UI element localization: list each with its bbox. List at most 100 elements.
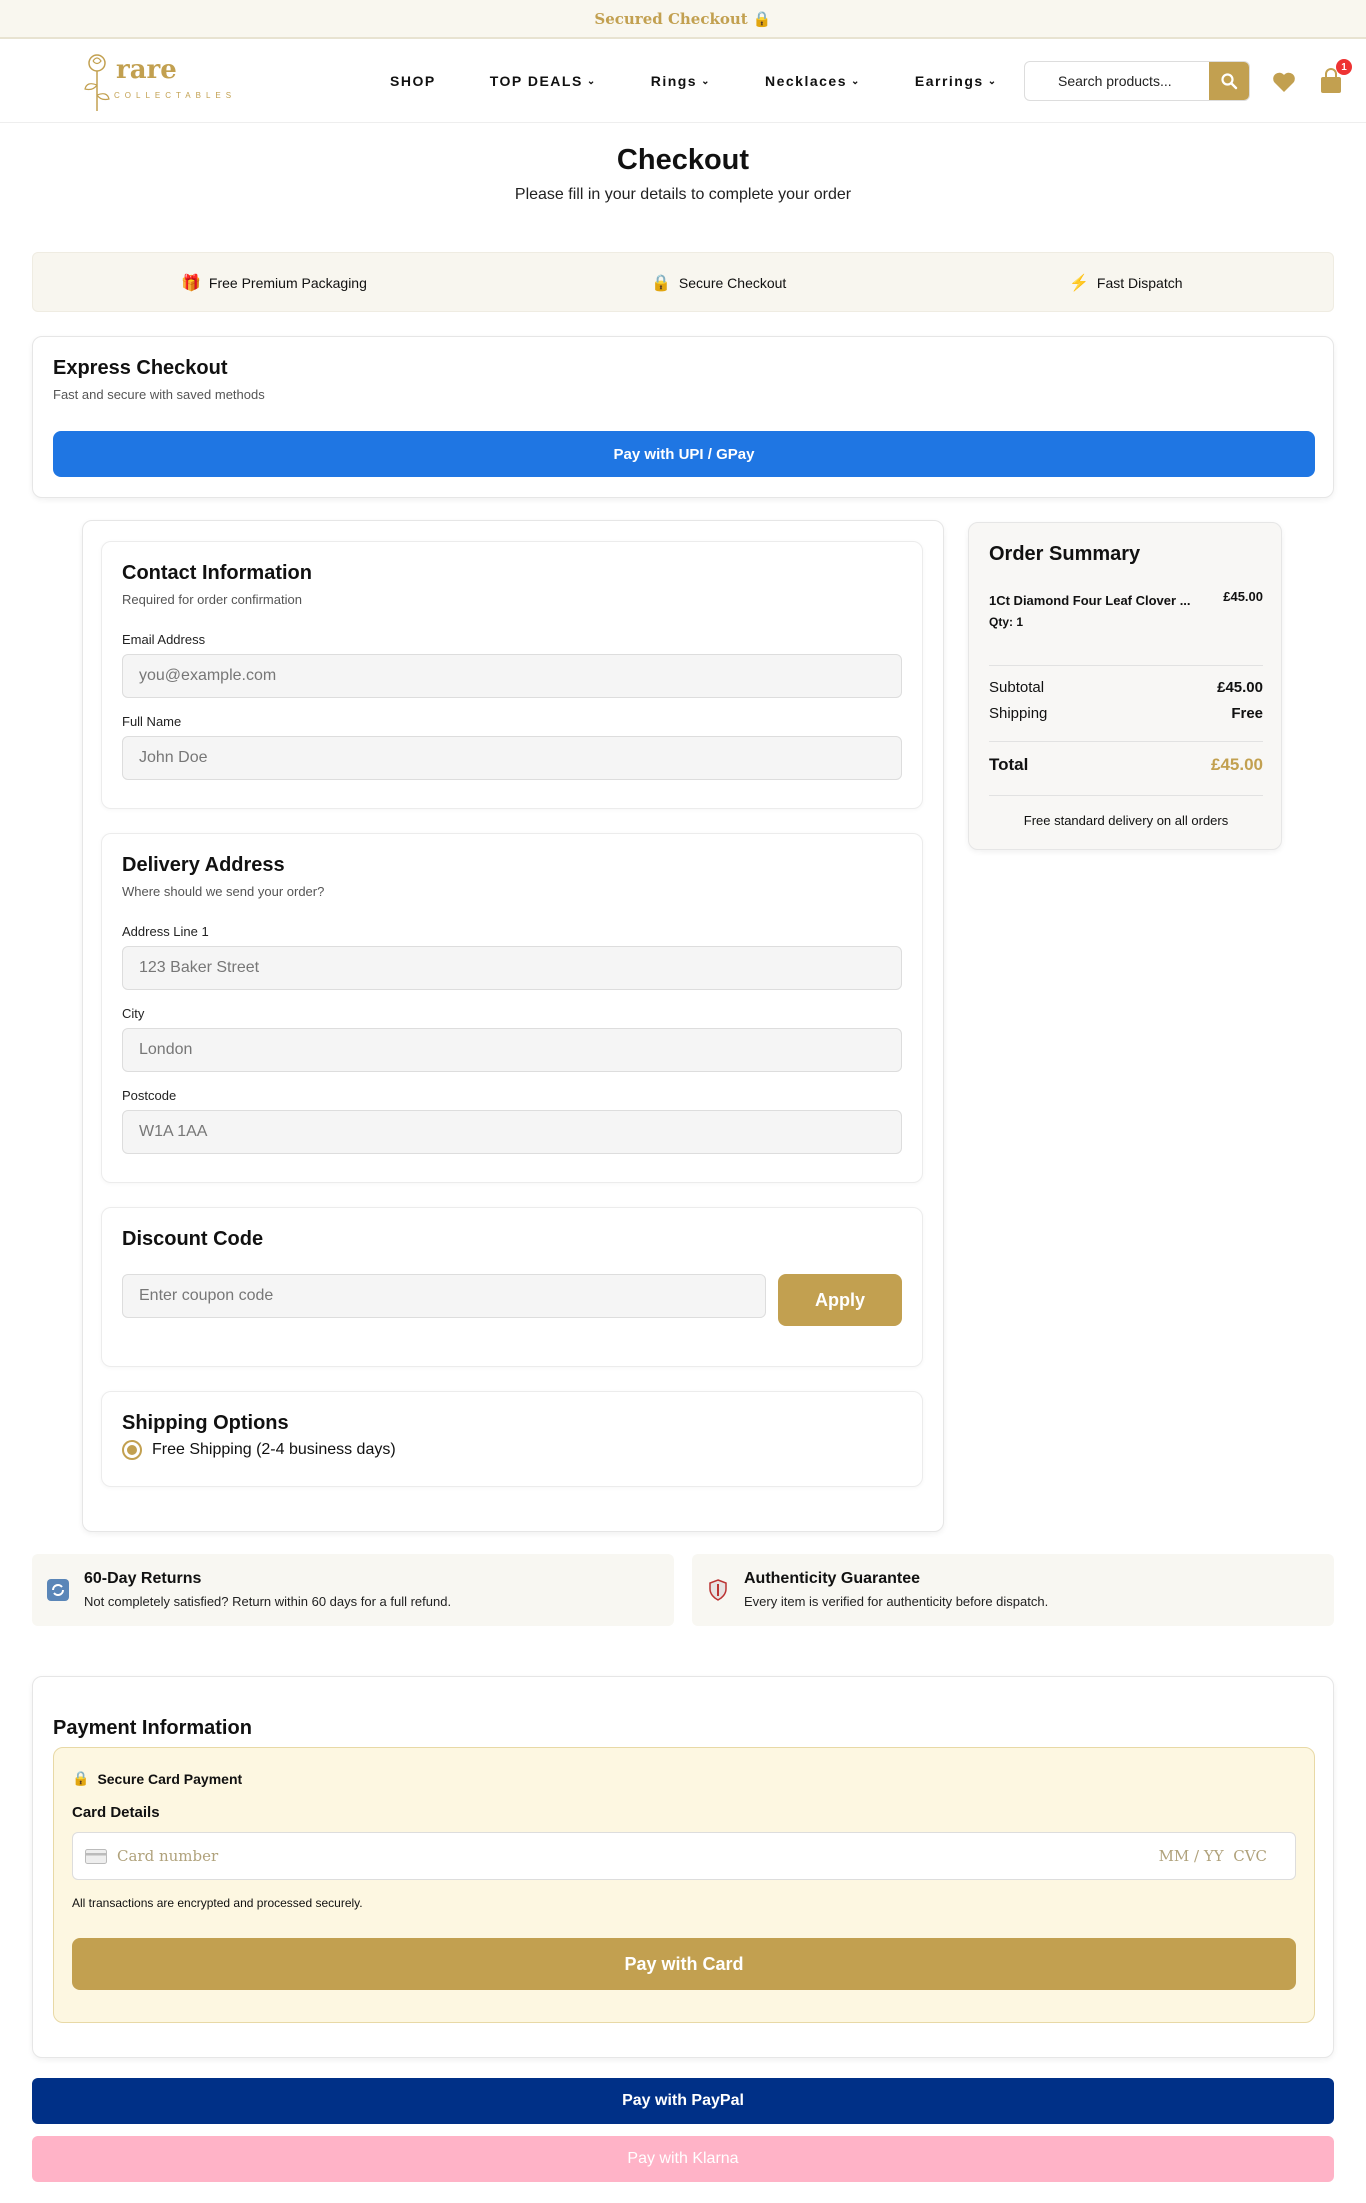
shipping-title: Shipping Options <box>122 1412 289 1434</box>
brand-logo[interactable]: rare COLLECTABLES <box>80 51 270 113</box>
apply-coupon-button[interactable]: Apply <box>778 1274 902 1326</box>
subtotal-label: Subtotal <box>989 679 1045 696</box>
express-checkout-card: Express Checkout Fast and secure with sa… <box>32 336 1334 498</box>
shipping-option-label: Free Shipping (2-4 business days) <box>152 1441 396 1458</box>
nav-item-shop[interactable]: SHOP <box>390 73 436 89</box>
nav-item-necklaces[interactable]: Necklaces ⌄ <box>765 73 861 89</box>
order-summary-title: Order Summary <box>989 543 1141 565</box>
payment-card: Payment Information 🔒 Secure Card Paymen… <box>32 1676 1334 2058</box>
lock-icon: 🔒 <box>651 275 671 292</box>
payment-title: Payment Information <box>53 1717 252 1739</box>
email-field[interactable]: you@example.com <box>122 654 902 698</box>
secured-checkout-bar: Secured Checkout 🔒 <box>0 0 1366 39</box>
email-label: Email Address <box>122 632 206 647</box>
nav-item-earrings[interactable]: Earrings ⌄ <box>915 73 998 89</box>
expiry-cvc-placeholder: MM / YY CVC <box>1158 1847 1267 1865</box>
card-number-field[interactable]: Card number MM / YY CVC <box>72 1832 1296 1880</box>
nav-item-top-deals[interactable]: TOP DEALS ⌄ <box>490 73 597 89</box>
total-value: £45.00 <box>1211 755 1263 774</box>
delivery-note: Free standard delivery on all orders <box>1023 813 1229 828</box>
discount-title: Discount Code <box>122 1228 264 1250</box>
card-number-placeholder: Card number <box>117 1847 219 1865</box>
chevron-down-icon: ⌄ <box>851 75 861 87</box>
benefit-packaging: 🎁 Free Premium Packaging <box>181 253 367 313</box>
gift-icon: 🎁 <box>181 275 201 292</box>
card-details-label: Card Details <box>72 1804 160 1821</box>
shipping-option[interactable]: Free Shipping (2-4 business days) <box>122 1440 396 1460</box>
radio-selected[interactable] <box>122 1440 142 1460</box>
city-label: City <box>122 1006 145 1021</box>
divider <box>989 741 1263 742</box>
brand-tagline: COLLECTABLES <box>114 91 237 100</box>
delivery-section: Delivery Address Where should we send yo… <box>101 833 923 1183</box>
chevron-down-icon: ⌄ <box>586 75 597 87</box>
benefit-dispatch: ⚡ Fast Dispatch <box>1069 253 1183 313</box>
coupon-field[interactable]: Enter coupon code <box>122 1274 766 1318</box>
search-box: Search products... <box>1024 61 1250 101</box>
shipping-label: Shipping <box>989 705 1048 722</box>
pay-upi-button[interactable]: Pay with UPI / GPay <box>53 431 1315 477</box>
shield-icon <box>709 1579 727 1601</box>
pay-with-card-button[interactable]: Pay with Card <box>72 1938 1296 1990</box>
chevron-down-icon: ⌄ <box>987 75 998 87</box>
nav-label: TOP DEALS <box>489 73 583 89</box>
cart-count-badge: 1 <box>1336 59 1352 75</box>
nav-label: SHOP <box>390 73 436 89</box>
nav-item-rings[interactable]: Rings ⌄ <box>651 73 711 89</box>
city-field[interactable]: London <box>122 1028 902 1072</box>
item-price: £45.00 <box>1223 589 1263 604</box>
authenticity-card: Authenticity Guarantee Every item is ver… <box>692 1554 1334 1626</box>
total-label: Total <box>989 755 1029 774</box>
secure-card-label: Secure Card Payment <box>97 1770 243 1787</box>
returns-card: 60-Day Returns Not completely satisfied?… <box>32 1554 674 1626</box>
lock-icon: 🔒 <box>72 1770 90 1786</box>
shipping-row: Shipping Free <box>989 705 1263 722</box>
secure-card-row: 🔒 Secure Card Payment <box>72 1770 242 1787</box>
express-checkout-title: Express Checkout <box>53 357 228 379</box>
subtotal-value: £45.00 <box>1217 679 1263 696</box>
contact-section: Contact Information Required for order c… <box>101 541 923 809</box>
pay-with-paypal-button[interactable]: Pay with PayPal <box>32 2078 1334 2124</box>
order-summary-card: Order Summary 1Ct Diamond Four Leaf Clov… <box>968 522 1282 850</box>
shipping-value: Free <box>1231 705 1263 722</box>
returns-title: 60-Day Returns <box>84 1570 202 1587</box>
search-button[interactable] <box>1209 62 1249 100</box>
item-qty: Qty: 1 <box>989 615 1024 629</box>
brand-name: rare <box>116 55 177 85</box>
total-row: Total £45.00 <box>989 755 1263 775</box>
shipping-section: Shipping Options Free Shipping (2-4 busi… <box>101 1391 923 1487</box>
card-payment-panel: 🔒 Secure Card Payment Card Details Card … <box>53 1747 1315 2023</box>
authenticity-title: Authenticity Guarantee <box>744 1570 921 1587</box>
delivery-hint: Where should we send your order? <box>122 884 325 899</box>
name-label: Full Name <box>122 714 182 729</box>
postcode-field[interactable]: W1A 1AA <box>122 1110 902 1154</box>
secured-checkout-text: Secured Checkout 🔒 <box>594 9 772 28</box>
search-input[interactable]: Search products... <box>1025 62 1209 100</box>
lightning-icon: ⚡ <box>1069 275 1089 292</box>
subtotal-row: Subtotal £45.00 <box>989 679 1263 696</box>
site-header: rare COLLECTABLES SHOP TOP DEALS ⌄ Rings ⌄… <box>0 39 1366 123</box>
address-field[interactable]: 123 Baker Street <box>122 946 902 990</box>
divider <box>989 795 1263 796</box>
main-nav: SHOP TOP DEALS ⌄ Rings ⌄ Necklaces ⌄ Earrin… <box>390 39 998 123</box>
wishlist-heart-icon[interactable] <box>1272 71 1296 93</box>
chevron-down-icon: ⌄ <box>701 75 711 87</box>
rose-logo-icon <box>84 54 110 111</box>
pay-with-klarna-button[interactable]: Pay with Klarna <box>32 2136 1334 2182</box>
contact-title: Contact Information <box>122 562 312 584</box>
full-name-field[interactable]: John Doe <box>122 736 902 780</box>
page-subtitle: Please fill in your details to complete … <box>514 186 852 203</box>
refresh-icon <box>47 1579 69 1601</box>
delivery-title: Delivery Address <box>122 854 285 876</box>
nav-label: Necklaces <box>764 73 847 89</box>
address-label: Address Line 1 <box>122 924 209 939</box>
authenticity-desc: Every item is verified for authenticity … <box>744 1594 1049 1609</box>
nav-label: Rings <box>650 73 698 89</box>
benefits-bar: 🎁 Free Premium Packaging 🔒 Secure Checkout… <box>32 252 1334 312</box>
item-name: 1Ct Diamond Four Leaf Clover ... <box>989 593 1191 608</box>
returns-desc: Not completely satisfied? Return within … <box>84 1594 452 1609</box>
nav-label: Earrings <box>914 73 984 89</box>
page-title: Checkout <box>616 144 750 176</box>
benefit-label: Fast Dispatch <box>1096 275 1183 291</box>
checkout-form: Contact Information Required for order c… <box>82 520 944 1532</box>
